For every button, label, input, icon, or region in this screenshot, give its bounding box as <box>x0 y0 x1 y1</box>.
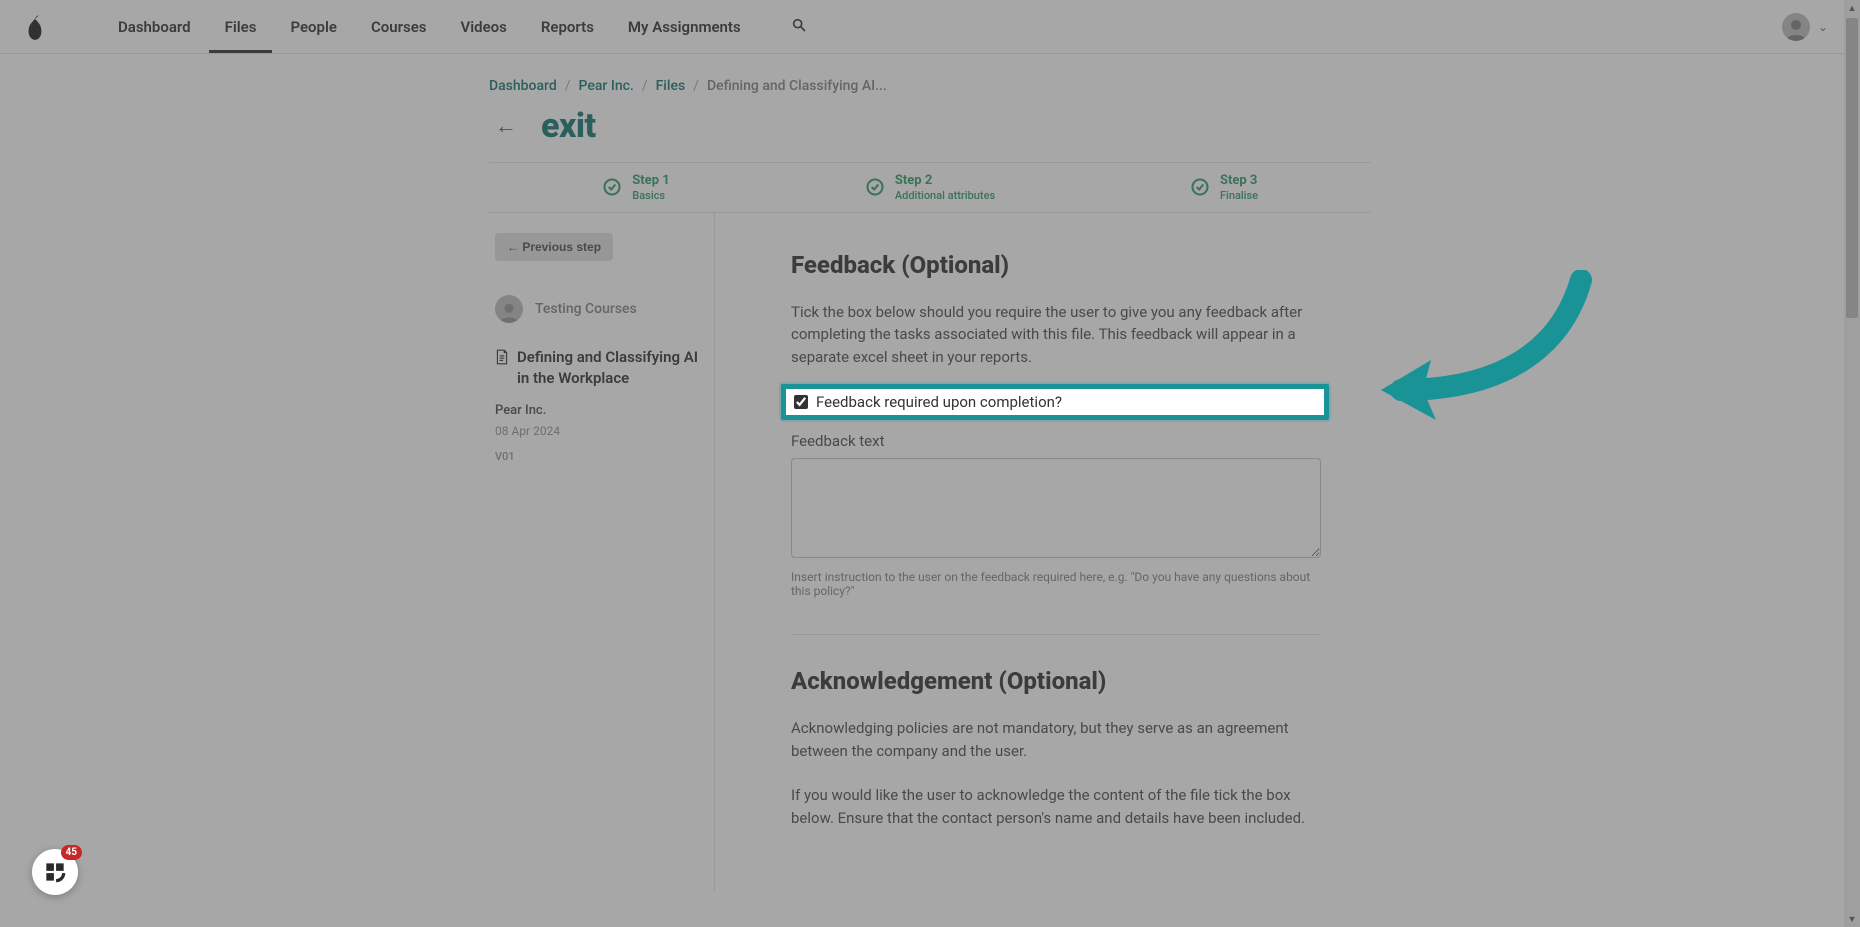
stepper: Step 1 Basics Step 2 Additional attribut… <box>489 162 1371 213</box>
feedback-text-label: Feedback text <box>791 432 1321 450</box>
nav-courses[interactable]: Courses <box>355 0 443 53</box>
check-circle-icon <box>602 177 622 197</box>
search-icon <box>791 17 807 33</box>
nav-links: Dashboard Files People Courses Videos Re… <box>102 0 815 53</box>
file-name: Defining and Classifying AI in the Workp… <box>517 347 700 389</box>
page-title: exit <box>541 106 596 146</box>
feedback-checkbox-row[interactable]: Feedback required upon completion? <box>791 390 1321 416</box>
top-nav: Dashboard Files People Courses Videos Re… <box>0 0 1860 54</box>
section-divider <box>791 634 1321 635</box>
breadcrumb-dashboard[interactable]: Dashboard <box>489 78 557 94</box>
user-menu-chevron[interactable]: ⌄ <box>1818 20 1828 34</box>
step-label: Step 1 <box>632 173 669 189</box>
author-name: Testing Courses <box>535 301 637 317</box>
nav-reports[interactable]: Reports <box>525 0 610 53</box>
file-date: 08 Apr 2024 <box>495 424 700 438</box>
form-area: Feedback (Optional) Tick the box below s… <box>715 213 1371 892</box>
step-sub: Additional attributes <box>895 189 995 202</box>
feedback-checkbox[interactable] <box>797 396 811 410</box>
nav-dashboard[interactable]: Dashboard <box>102 0 207 53</box>
step-2[interactable]: Step 2 Additional attributes <box>783 163 1077 212</box>
feedback-description: Tick the box below should you require th… <box>791 301 1321 369</box>
scroll-up-icon[interactable]: ▲ <box>1844 0 1860 16</box>
breadcrumb-files[interactable]: Files <box>656 78 686 94</box>
step-3[interactable]: Step 3 Finalise <box>1077 163 1371 212</box>
left-sidebar: ← Previous step Testing Courses Defining… <box>489 213 715 892</box>
step-label: Step 2 <box>895 173 995 189</box>
nav-people[interactable]: People <box>274 0 353 53</box>
step-label: Step 3 <box>1220 173 1258 189</box>
search-button[interactable] <box>783 9 815 45</box>
widget-badge: 45 <box>61 845 82 860</box>
check-circle-icon <box>865 177 885 197</box>
file-version: V01 <box>495 450 700 463</box>
file-icon <box>495 349 509 365</box>
breadcrumb-sep: / <box>565 78 571 94</box>
tutorial-arrow-icon <box>1361 270 1601 450</box>
acknowledgement-desc-2: If you would like the user to acknowledg… <box>791 784 1321 829</box>
breadcrumb-company[interactable]: Pear Inc. <box>579 78 634 94</box>
nav-right: ⌄ <box>1782 13 1844 41</box>
logo <box>24 13 46 41</box>
author-row: Testing Courses <box>495 295 700 323</box>
breadcrumb-current: Defining and Classifying AI... <box>707 78 887 94</box>
feedback-textarea[interactable] <box>791 458 1321 558</box>
breadcrumbs: Dashboard / Pear Inc. / Files / Defining… <box>489 78 1371 94</box>
user-avatar[interactable] <box>1782 13 1810 41</box>
two-column-layout: ← Previous step Testing Courses Defining… <box>489 213 1371 892</box>
nav-videos[interactable]: Videos <box>445 0 523 53</box>
scrollbar-thumb[interactable] <box>1846 18 1858 318</box>
step-sub: Basics <box>632 189 669 202</box>
company-name: Pear Inc. <box>495 403 700 418</box>
help-widget[interactable]: 45 <box>32 849 78 895</box>
page-content: Dashboard / Pear Inc. / Files / Defining… <box>489 54 1371 891</box>
title-row: ← exit <box>489 106 1371 146</box>
acknowledgement-heading: Acknowledgement (Optional) <box>791 667 1321 695</box>
author-avatar <box>495 295 523 323</box>
breadcrumb-sep: / <box>642 78 648 94</box>
breadcrumb-sep: / <box>693 78 699 94</box>
feedback-heading: Feedback (Optional) <box>791 251 1321 279</box>
previous-step-button[interactable]: ← Previous step <box>495 233 613 261</box>
file-name-row: Defining and Classifying AI in the Workp… <box>495 347 700 389</box>
check-circle-icon <box>1190 177 1210 197</box>
widget-logo-icon <box>42 859 68 885</box>
feedback-hint: Insert instruction to the user on the fe… <box>791 570 1321 598</box>
back-button[interactable]: ← <box>489 109 517 143</box>
nav-my-assignments[interactable]: My Assignments <box>612 0 757 53</box>
scroll-down-icon[interactable]: ▼ <box>1844 911 1860 927</box>
step-sub: Finalise <box>1220 189 1258 202</box>
feedback-checkbox-label: Feedback required upon completion? <box>819 394 1065 412</box>
step-1[interactable]: Step 1 Basics <box>489 163 783 212</box>
acknowledgement-desc-1: Acknowledging policies are not mandatory… <box>791 717 1321 762</box>
scrollbar[interactable]: ▲ ▼ <box>1844 0 1860 927</box>
nav-files[interactable]: Files <box>209 0 273 53</box>
